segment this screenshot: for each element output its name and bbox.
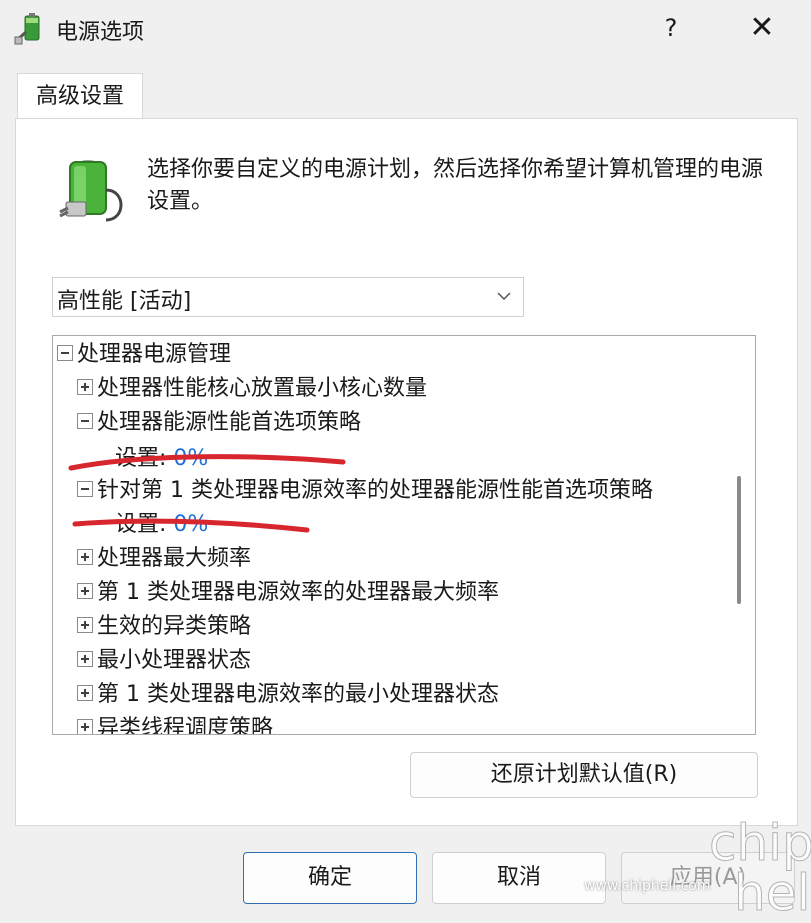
tree-item-label: 第 1 类处理器电源效率的处理器最大频率 xyxy=(97,580,499,605)
tree-item[interactable]: 处理器能源性能首选项策略 xyxy=(77,406,361,440)
tree-item-label: 处理器最大频率 xyxy=(97,546,252,571)
tree-item-label: 最小处理器状态 xyxy=(97,648,252,673)
collapse-icon[interactable] xyxy=(77,481,93,497)
power-plan-dropdown[interactable]: 高性能 [活动] xyxy=(52,277,524,317)
collapse-icon[interactable] xyxy=(77,413,93,429)
cancel-button[interactable]: 取消 xyxy=(432,852,606,904)
close-button[interactable]: ✕ xyxy=(740,8,784,48)
window-title: 电源选项 xyxy=(56,20,145,45)
tree-item[interactable]: 最小处理器状态 xyxy=(77,644,251,678)
tree-item[interactable]: 处理器性能核心放置最小核心数量 xyxy=(77,372,427,406)
tree-item-label: 第 1 类处理器电源效率的最小处理器状态 xyxy=(97,682,499,707)
tree-item[interactable]: 异类线程调度策略 xyxy=(77,712,274,735)
tree-item-label: 针对第 1 类处理器电源效率的处理器能源性能首选项策略 xyxy=(97,478,653,503)
tree-item[interactable]: 第 1 类处理器电源效率的处理器最大频率 xyxy=(77,576,499,610)
tree-setting-row[interactable]: 设置: 0% xyxy=(115,442,208,476)
watermark-url: www.chiphell.com xyxy=(584,878,711,894)
expand-icon[interactable] xyxy=(77,549,93,565)
tree-item-label: 异类线程调度策略 xyxy=(97,716,274,735)
collapse-icon[interactable] xyxy=(57,345,73,361)
tree-item[interactable]: 处理器最大频率 xyxy=(77,542,251,576)
expand-icon[interactable] xyxy=(77,719,93,734)
tree-item[interactable]: 第 1 类处理器电源效率的最小处理器状态 xyxy=(77,678,499,712)
title-bar: 电源选项 ? ✕ xyxy=(0,0,811,58)
tree-item[interactable]: 针对第 1 类处理器电源效率的处理器能源性能首选项策略 xyxy=(77,474,653,508)
setting-value[interactable]: 0% xyxy=(173,512,208,537)
chevron-down-icon xyxy=(497,292,511,301)
restore-defaults-button[interactable]: 还原计划默认值(R) xyxy=(410,752,758,798)
tree-item-label: 处理器电源管理 xyxy=(77,342,232,367)
tree-setting-row[interactable]: 设置: 0% xyxy=(115,508,208,542)
settings-tree[interactable]: 处理器电源管理 处理器性能核心放置最小核心数量 处理器能源性能首选项策略 设置:… xyxy=(52,335,756,735)
battery-plug-icon xyxy=(59,160,123,222)
expand-icon[interactable] xyxy=(77,379,93,395)
tree-item-label: 生效的异类策略 xyxy=(97,614,252,639)
setting-label: 设置: xyxy=(115,512,167,537)
description-text: 选择你要自定义的电源计划，然后选择你希望计算机管理的电源设置。 xyxy=(147,157,764,214)
ok-button[interactable]: 确定 xyxy=(243,852,417,904)
tree-item-label: 处理器能源性能首选项策略 xyxy=(97,410,362,435)
tree-item[interactable]: 生效的异类策略 xyxy=(77,610,251,644)
expand-icon[interactable] xyxy=(77,583,93,599)
expand-icon[interactable] xyxy=(77,651,93,667)
setting-value[interactable]: 0% xyxy=(173,446,208,471)
expand-icon[interactable] xyxy=(77,617,93,633)
tree-item-label: 处理器性能核心放置最小核心数量 xyxy=(97,376,428,401)
expand-icon[interactable] xyxy=(77,685,93,701)
tab-advanced-settings[interactable]: 高级设置 xyxy=(17,73,143,120)
help-button[interactable]: ? xyxy=(651,8,691,48)
power-options-dialog: 电源选项 ? ✕ 高级设置 选择你要自定义的电源计划，然后选择你希望计算机管理的… xyxy=(0,0,811,923)
setting-label: 设置: xyxy=(115,446,167,471)
tree-item-processor-power-management[interactable]: 处理器电源管理 xyxy=(57,338,231,372)
battery-plug-icon xyxy=(14,13,40,45)
tree-scrollbar[interactable] xyxy=(737,476,741,604)
power-plan-selected-value: 高性能 [活动] xyxy=(57,289,192,314)
